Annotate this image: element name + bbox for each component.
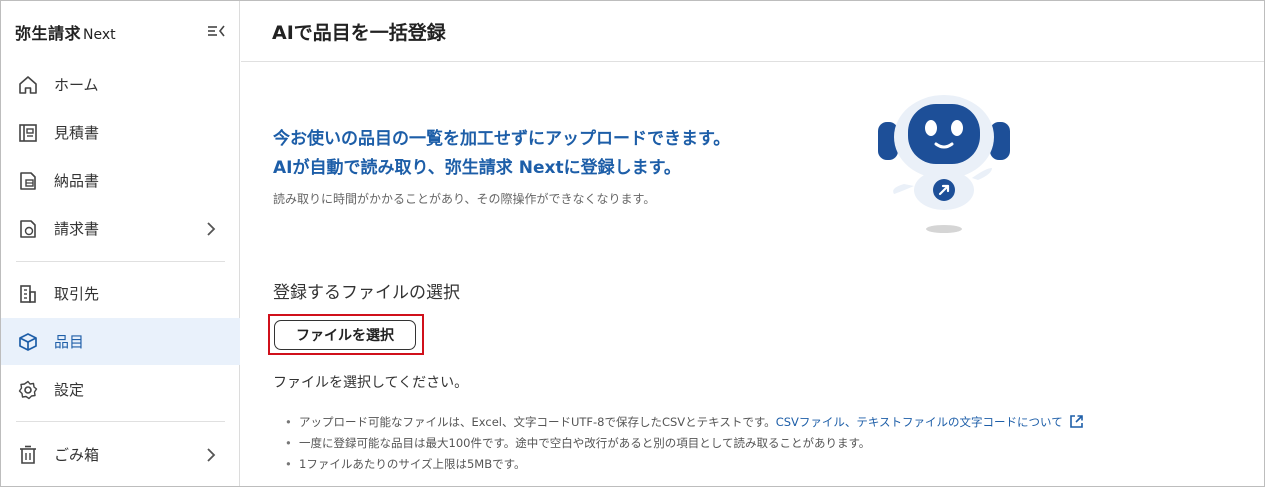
note-text: アップロード可能なファイルは、Excel、文字コードUTF-8で保存したCSVと… xyxy=(299,415,776,429)
sidebar-item-home[interactable]: ホーム xyxy=(1,61,240,108)
sidebar-item-settings[interactable]: 設定 xyxy=(1,366,240,413)
encoding-help-link[interactable]: CSVファイル、テキストファイルの文字コードについて xyxy=(776,415,1063,429)
sidebar-item-invoice[interactable]: 請求書 xyxy=(1,205,240,252)
ai-robot-illustration xyxy=(874,92,1014,234)
sidebar-divider xyxy=(16,421,225,422)
sidebar-item-delivery-note[interactable]: 納品書 xyxy=(1,157,240,204)
delivery-note-icon xyxy=(17,170,39,192)
sidebar: 弥生請求 Next ホーム 見積書 納品書 請求書 取引先 品目 設定 ごみ箱 xyxy=(1,1,240,486)
file-hint: ファイルを選択してください。 xyxy=(273,375,469,391)
chevron-right-icon xyxy=(204,447,218,463)
sidebar-item-label: 取引先 xyxy=(54,285,100,303)
external-link-icon[interactable] xyxy=(1069,414,1084,429)
notes-list: アップロード可能なファイルは、Excel、文字コードUTF-8で保存したCSVと… xyxy=(283,412,1084,475)
page-header: AIで品目を一括登録 xyxy=(241,1,1264,62)
list-item: 一度に登録可能な品目は最大100件です。途中で空白や改行があると別の項目として読… xyxy=(283,433,1084,454)
home-icon xyxy=(17,74,39,96)
brand-sub: Next xyxy=(83,27,116,43)
sidebar-item-label: 品目 xyxy=(54,333,85,351)
processing-note: 読み取りに時間がかかることがあり、その際操作ができなくなります。 xyxy=(273,192,656,206)
sidebar-item-products[interactable]: 品目 xyxy=(1,318,240,365)
sidebar-item-label: 納品書 xyxy=(54,172,100,190)
gear-icon xyxy=(17,379,39,401)
file-selection-title: 登録するファイルの選択 xyxy=(273,283,460,303)
intro-headline-line2: AIが自動で読み取り、弥生請求 Nextに登録します。 xyxy=(273,158,681,178)
sidebar-item-estimate[interactable]: 見積書 xyxy=(1,109,240,156)
sidebar-item-trash[interactable]: ごみ箱 xyxy=(1,431,240,478)
sidebar-divider xyxy=(16,261,225,262)
chevron-right-icon xyxy=(204,221,218,237)
sidebar-item-label: ごみ箱 xyxy=(54,446,100,464)
building-icon xyxy=(17,283,39,305)
invoice-icon xyxy=(17,218,39,240)
sidebar-item-label: 設定 xyxy=(54,381,85,399)
collapse-sidebar-icon[interactable] xyxy=(205,21,227,41)
box-icon xyxy=(17,331,39,353)
list-item: アップロード可能なファイルは、Excel、文字コードUTF-8で保存したCSVと… xyxy=(283,412,1084,433)
sidebar-item-label: ホーム xyxy=(54,76,99,94)
intro-headline-line1: 今お使いの品目の一覧を加工せずにアップロードできます。 xyxy=(273,129,731,149)
sidebar-item-clients[interactable]: 取引先 xyxy=(1,270,240,317)
sidebar-item-label: 見積書 xyxy=(54,124,100,142)
estimate-icon xyxy=(17,122,39,144)
trash-icon xyxy=(17,444,39,466)
select-file-button[interactable]: ファイルを選択 xyxy=(274,320,416,350)
list-item: 1ファイルあたりのサイズ上限は5MBです。 xyxy=(283,454,1084,475)
page-title: AIで品目を一括登録 xyxy=(272,22,446,44)
app-logo[interactable]: 弥生請求 Next xyxy=(15,20,116,43)
sidebar-item-label: 請求書 xyxy=(54,220,100,238)
brand-main: 弥生請求 xyxy=(15,24,82,43)
